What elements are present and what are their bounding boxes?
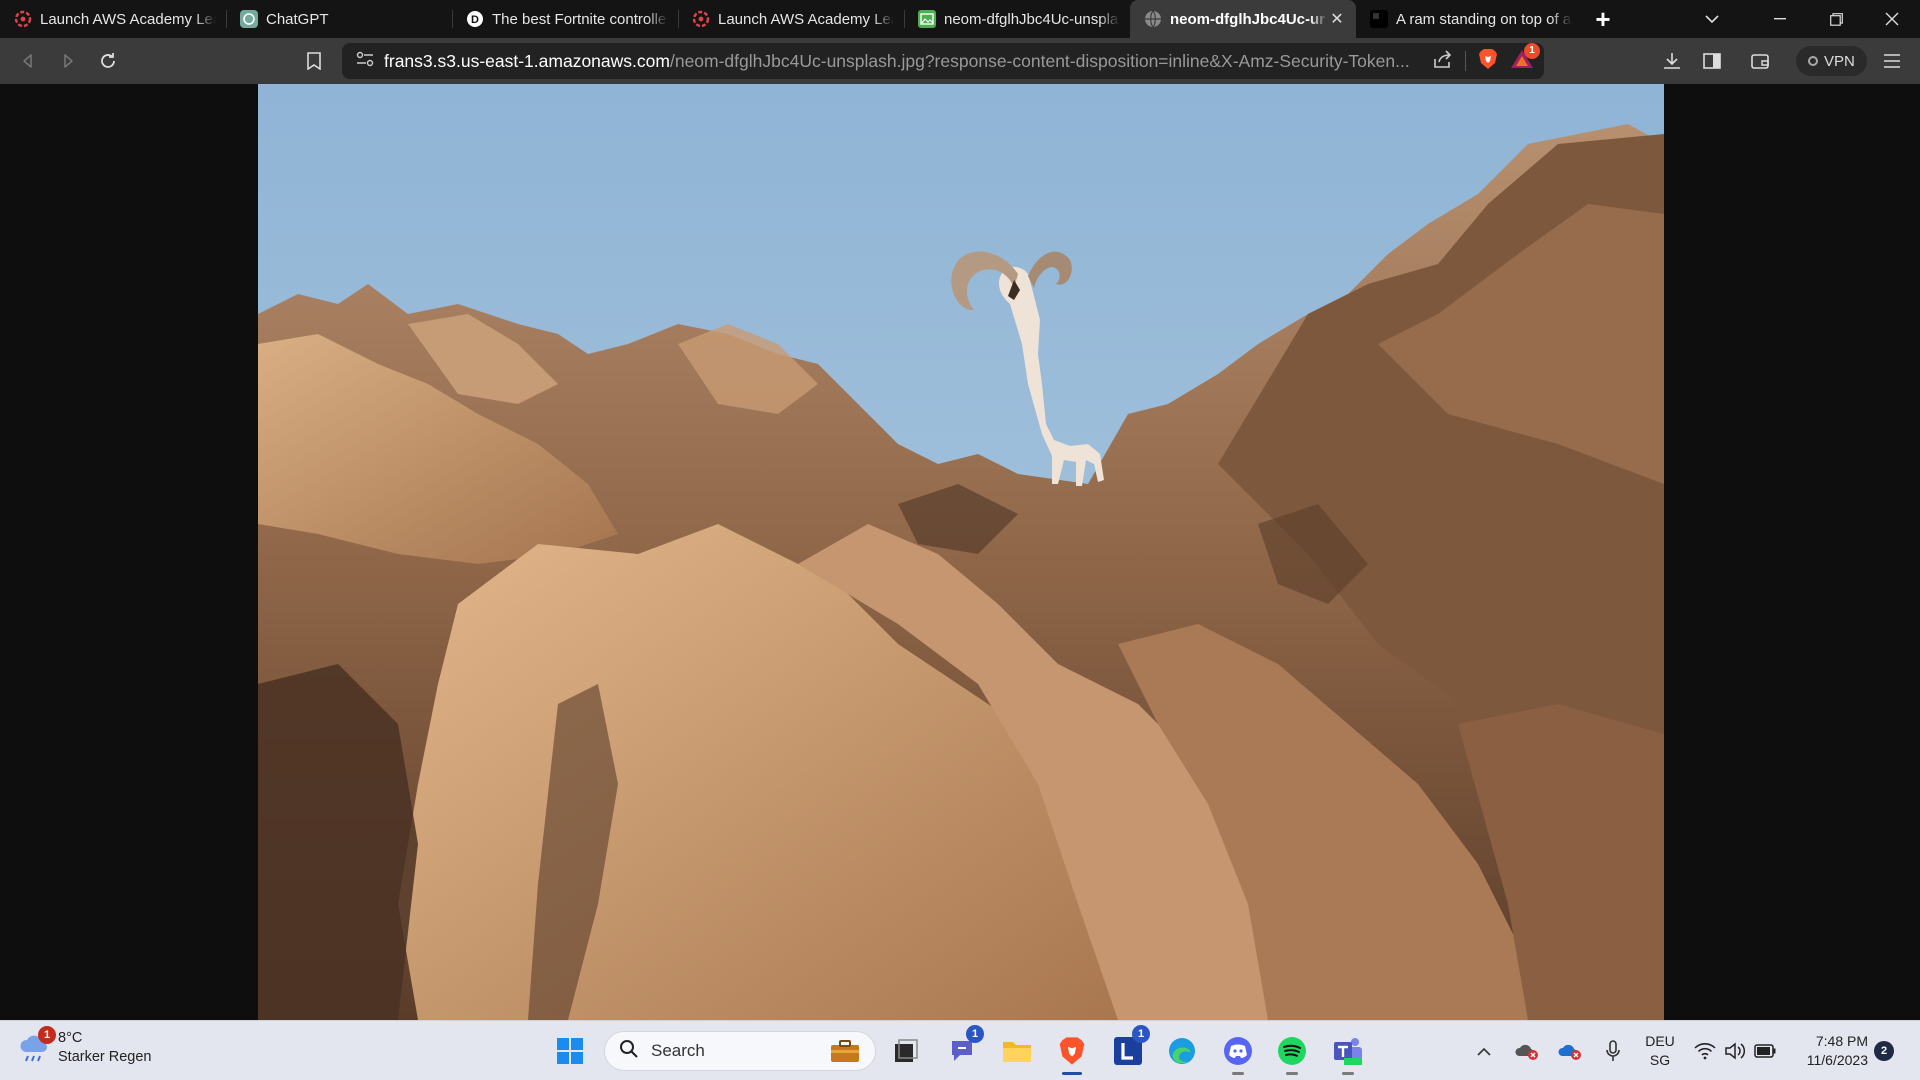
tab[interactable]: neom-dfglhJbc4Uc-unspla [904,0,1130,38]
teams-chat-icon[interactable]: 1 [942,1025,984,1071]
weather-description: Starker Regen [58,1049,152,1065]
tab-strip: Launch AWS Academy Lear ChatGPT D The best … [0,0,1920,38]
aws-academy-icon [692,10,710,28]
browser-toolbar: frans3.s3.us-east-1.amazonaws.com/neom-d… [0,38,1920,84]
brave-rewards-icon[interactable]: 1 [1510,42,1540,74]
downloads-icon[interactable] [1652,43,1692,79]
input-layout-code: SG [1649,1052,1671,1068]
discord-icon[interactable] [1218,1031,1258,1075]
url-text[interactable]: frans3.s3.us-east-1.amazonaws.com/neom-d… [384,51,1434,72]
search-placeholder: Search [651,1041,705,1060]
volume-icon[interactable] [1720,1031,1750,1071]
teams-icon[interactable] [1328,1031,1368,1075]
site-settings-icon[interactable] [356,51,374,72]
tab-search-chevron-icon[interactable] [1688,0,1736,38]
tab-active[interactable]: neom-dfglhJbc4Uc-ur ✕ [1130,0,1356,38]
clock-time: 7:48 PM [1815,1033,1868,1049]
windows-taskbar: 1 8°C Starker Regen Search 1 1 DEU SG 7:… [0,1020,1920,1080]
rain-cloud-icon: 1 [18,1026,56,1064]
tab[interactable]: Launch AWS Academy Lear [678,0,904,38]
vpn-status-icon [1808,56,1818,66]
system-clock[interactable]: 7:48 PM 11/6/2023 [1788,1032,1868,1070]
globe-icon [1144,10,1162,28]
address-bar[interactable]: frans3.s3.us-east-1.amazonaws.com/neom-d… [342,42,1544,79]
weather-temperature: 8°C [58,1030,83,1046]
reload-button[interactable] [88,43,128,79]
tab-title: neom-dfglhJbc4Uc-unspla [944,10,1119,28]
image-icon [918,10,936,28]
forward-button[interactable] [48,43,88,79]
image-viewport [0,84,1920,1020]
input-language-code: DEU [1645,1033,1675,1049]
l-app-icon[interactable]: 1 [1108,1025,1150,1071]
ram-on-rocks-photo[interactable] [258,84,1664,1020]
search-icon [619,1039,639,1064]
notification-center-badge[interactable]: 2 [1874,1041,1894,1061]
chatgpt-icon [240,10,258,28]
tab[interactable]: Launch AWS Academy Lear [0,0,226,38]
sidebar-icon[interactable] [1692,43,1732,79]
cloud-sync-error-icon[interactable] [1512,1031,1542,1071]
clock-date: 11/6/2023 [1806,1052,1868,1068]
tab[interactable]: ChatGPT [226,0,452,38]
brave-shields-icon[interactable] [1478,48,1498,75]
tab-title: neom-dfglhJbc4Uc-ur [1170,10,1326,28]
restore-button[interactable] [1808,0,1864,38]
new-tab-button[interactable]: + [1582,0,1624,38]
menu-icon[interactable] [1872,43,1912,79]
edge-icon[interactable] [1162,1031,1202,1071]
minimize-button[interactable] [1752,0,1808,38]
close-tab-icon[interactable]: ✕ [1328,9,1346,29]
wifi-icon[interactable] [1690,1031,1720,1071]
chat-badge: 1 [966,1025,984,1043]
site-icon: D [466,10,484,28]
url-path: /neom-dfglhJbc4Uc-unsplash.jpg?response-… [669,50,1410,71]
start-button[interactable] [550,1031,590,1071]
l-app-badge: 1 [1132,1025,1150,1043]
search-highlight-icon [829,1038,861,1069]
tab-title: A ram standing on top of a [1396,10,1572,28]
tab[interactable]: A ram standing on top of a [1356,0,1582,38]
brave-browser-taskbar-icon[interactable] [1052,1031,1092,1075]
svg-text:D: D [471,14,479,26]
task-view-icon[interactable] [886,1031,926,1071]
url-host: frans3.s3.us-east-1.amazonaws.com [384,50,670,71]
show-hidden-icons-chevron-icon[interactable] [1472,1031,1496,1071]
battery-icon[interactable] [1750,1031,1780,1071]
tab-title: The best Fortnite controller [492,10,668,28]
microphone-icon[interactable] [1598,1031,1628,1071]
onedrive-error-icon[interactable] [1555,1031,1585,1071]
black-square-icon [1370,10,1388,28]
spotify-icon[interactable] [1272,1031,1312,1075]
vpn-button[interactable]: VPN [1796,46,1867,76]
tab[interactable]: D The best Fortnite controller [452,0,678,38]
vpn-label: VPN [1824,52,1855,70]
aws-academy-icon [14,10,32,28]
close-window-button[interactable] [1864,0,1920,38]
weather-alert-badge: 1 [38,1026,56,1044]
file-explorer-icon[interactable] [997,1031,1037,1071]
back-button[interactable] [8,43,48,79]
share-icon[interactable] [1433,49,1453,73]
weather-widget[interactable]: 1 8°C Starker Regen [18,1026,152,1067]
rewards-badge: 1 [1524,42,1540,59]
bookmark-icon[interactable] [294,43,334,79]
tab-title: Launch AWS Academy Lear [40,10,216,28]
tab-title: Launch AWS Academy Lear [718,10,894,28]
tab-title: ChatGPT [266,10,329,28]
input-language[interactable]: DEU SG [1642,1032,1678,1070]
taskbar-search[interactable]: Search [604,1031,876,1071]
wallet-icon[interactable] [1740,43,1780,79]
